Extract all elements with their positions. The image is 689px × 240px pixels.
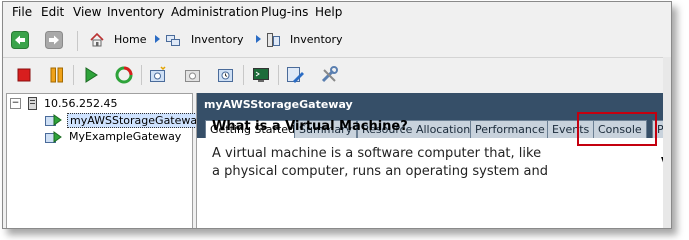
inventory-icon [166, 35, 180, 46]
breadcrumb-inventory-view[interactable]: Inventory [290, 33, 343, 46]
breadcrumb-inventory[interactable]: Inventory [191, 33, 244, 46]
edit-settings-button[interactable] [285, 65, 305, 85]
tree-collapse-toggle[interactable]: − [10, 98, 21, 109]
menu-view[interactable]: View [73, 5, 101, 19]
refresh-icon [115, 66, 133, 84]
vm-intro-heading: What is a Virtual Machine? [212, 119, 408, 134]
breadcrumb-home[interactable]: Home [114, 33, 146, 46]
suspend-button[interactable] [47, 65, 67, 85]
vsphere-client-window: File Edit View Inventory Administration … [2, 1, 672, 229]
edit-settings-icon [287, 67, 304, 83]
revert-snapshot-icon [185, 70, 200, 82]
toolbar-divider [278, 65, 279, 85]
menu-file[interactable]: File [12, 5, 32, 19]
vm-intro-paragraph: A virtual machine is a software computer… [212, 146, 548, 179]
inventory-tree: − 10.56.252.45 myAWSStorageGateway MyExa… [6, 93, 207, 228]
virtual-machine-icon [45, 114, 62, 126]
menu-help[interactable]: Help [315, 5, 342, 19]
navigation-bar: Home Inventory Inventory [3, 25, 671, 58]
right-edge-strip [663, 57, 671, 228]
forward-button[interactable] [45, 31, 63, 49]
console-icon [253, 68, 269, 82]
menu-bar: File Edit View Inventory Administration … [3, 2, 671, 24]
virtual-machine-icon [45, 131, 62, 143]
tree-item-myawsstoragegateway[interactable]: myAWSStorageGateway [45, 113, 207, 128]
toolbar-divider [243, 65, 244, 85]
vm-title: myAWSStorageGateway [204, 98, 353, 111]
revert-snapshot-button[interactable] [183, 65, 203, 85]
host-label: 10.56.252.45 [44, 97, 118, 110]
vms-and-templates-icon [267, 33, 280, 47]
snapshot-manager-icon [218, 69, 233, 82]
play-icon [85, 67, 98, 83]
back-arrow-icon [11, 31, 29, 49]
menu-administration[interactable]: Administration [171, 5, 259, 19]
stop-icon [17, 68, 31, 82]
migrate-button[interactable] [319, 65, 339, 85]
menu-inventory[interactable]: Inventory [107, 5, 164, 19]
snapshot-manager-button[interactable] [216, 65, 236, 85]
tree-item-myexamplegateway[interactable]: MyExampleGateway [45, 130, 193, 145]
snapshot-icon [150, 66, 166, 82]
tree-item-label: myAWSStorageGateway [67, 113, 207, 128]
power-on-button[interactable] [81, 65, 101, 85]
menu-plug-ins[interactable]: Plug-ins [261, 5, 308, 19]
breadcrumb-separator-icon [155, 35, 160, 43]
pause-icon [50, 67, 63, 83]
host-server-icon [28, 97, 37, 110]
snapshot-button[interactable] [148, 65, 168, 85]
back-button[interactable] [11, 31, 29, 49]
nav-divider [77, 31, 78, 51]
tree-item-label: MyExampleGateway [69, 130, 182, 143]
tools-icon [321, 66, 338, 83]
tab-performance[interactable]: Performance [470, 120, 550, 138]
reset-button[interactable] [114, 65, 134, 85]
power-off-button[interactable] [14, 65, 34, 85]
toolbar-divider [73, 65, 74, 85]
open-console-button[interactable] [251, 65, 271, 85]
toolbar-divider [141, 65, 142, 85]
console-tab-highlight-box [577, 112, 657, 146]
toolbar [3, 59, 671, 91]
forward-arrow-icon [45, 31, 63, 49]
breadcrumb-separator-icon [256, 35, 261, 43]
home-icon [90, 32, 104, 47]
menu-edit[interactable]: Edit [41, 5, 64, 19]
